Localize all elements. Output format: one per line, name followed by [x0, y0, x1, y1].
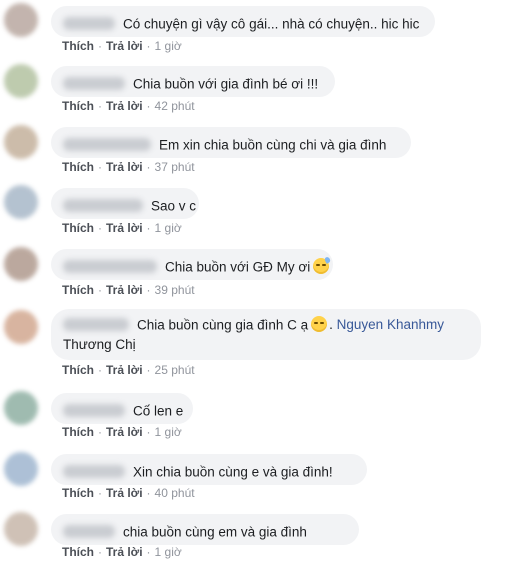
comment-text: Xin chia buồn cùng e và gia đình!: [133, 464, 333, 480]
author-name-blurred[interactable]: [63, 524, 115, 538]
comment-actions: Thích · Trả lời · 40 phút: [62, 486, 195, 500]
comment-bubble: Cố len e: [51, 393, 193, 424]
reply-link[interactable]: Trả lời: [106, 363, 143, 377]
comment-actions: Thích · Trả lời · 1 giờ: [62, 545, 182, 559]
like-link[interactable]: Thích: [62, 545, 94, 559]
comment-actions: Thích · Trả lời · 25 phút: [62, 363, 195, 377]
avatar[interactable]: [4, 310, 38, 344]
comment-actions: Thích · Trả lời · 39 phút: [62, 283, 195, 297]
comment-actions: Thích · Trả lời · 1 giờ: [62, 221, 182, 235]
like-link[interactable]: Thích: [62, 486, 94, 500]
comment-bubble: Xin chia buồn cùng e và gia đình!: [51, 454, 367, 485]
avatar[interactable]: [4, 185, 38, 219]
avatar[interactable]: [4, 3, 38, 37]
comment-text: Có chuyện gì vậy cô gái... nhà có chuyện…: [123, 16, 420, 32]
timestamp[interactable]: 1 giờ: [155, 545, 182, 559]
reply-link[interactable]: Trả lời: [106, 486, 143, 500]
reply-link[interactable]: Trả lời: [106, 425, 143, 439]
reply-link[interactable]: Trả lời: [106, 39, 143, 53]
avatar[interactable]: [4, 452, 38, 486]
comment-actions: Thích · Trả lời · 1 giờ: [62, 425, 182, 439]
like-link[interactable]: Thích: [62, 221, 94, 235]
reply-link[interactable]: Trả lời: [106, 545, 143, 559]
reply-link[interactable]: Trả lời: [106, 160, 143, 174]
author-name-blurred[interactable]: [63, 198, 143, 212]
timestamp[interactable]: 39 phút: [155, 283, 195, 297]
reply-link[interactable]: Trả lời: [106, 283, 143, 297]
like-link[interactable]: Thích: [62, 425, 94, 439]
sweat-face-icon: [313, 256, 332, 274]
avatar[interactable]: [4, 391, 38, 425]
timestamp[interactable]: 42 phút: [155, 99, 195, 113]
author-name-blurred[interactable]: [63, 403, 125, 417]
comment-bubble: Chia buồn với GĐ My ơi: [51, 249, 333, 280]
comment-actions: Thích · Trả lời · 1 giờ: [62, 39, 182, 53]
comment-text: Em xin chia buồn cùng chi và gia đình: [159, 137, 387, 153]
timestamp[interactable]: 1 giờ: [155, 39, 182, 53]
comment-bubble: Em xin chia buồn cùng chi và gia đình: [51, 127, 411, 158]
like-link[interactable]: Thích: [62, 39, 94, 53]
author-name-blurred[interactable]: [63, 16, 115, 30]
comment-text-line2: Thương Chị: [63, 337, 136, 353]
comment-text: Chia buồn với gia đình bé ơi !!!: [133, 76, 319, 92]
comment-bubble: chia buồn cùng em và gia đình: [51, 514, 359, 545]
timestamp[interactable]: 40 phút: [155, 486, 195, 500]
reply-link[interactable]: Trả lời: [106, 99, 143, 113]
comment-text: Cố len e: [133, 403, 184, 419]
comment-bubble: Chia buồn cùng gia đình C ạ. Nguyen Khan…: [51, 309, 481, 360]
author-name-blurred[interactable]: [63, 76, 125, 90]
comment-bubble: Sao v c: [51, 188, 199, 219]
comment-text: chia buồn cùng em và gia đình: [123, 524, 307, 540]
avatar[interactable]: [4, 125, 38, 159]
avatar[interactable]: [4, 247, 38, 281]
like-link[interactable]: Thích: [62, 160, 94, 174]
reply-link[interactable]: Trả lời: [106, 221, 143, 235]
pensive-face-icon: [311, 316, 328, 332]
author-name-blurred[interactable]: [63, 259, 157, 273]
author-name-blurred[interactable]: [63, 317, 129, 331]
timestamp[interactable]: 1 giờ: [155, 221, 182, 235]
like-link[interactable]: Thích: [62, 283, 94, 297]
timestamp[interactable]: 25 phút: [155, 363, 195, 377]
comment-bubble: Có chuyện gì vậy cô gái... nhà có chuyện…: [51, 6, 435, 37]
comment-actions: Thích · Trả lời · 42 phút: [62, 99, 195, 113]
mention-link[interactable]: Nguyen Khanhmy: [337, 317, 444, 332]
timestamp[interactable]: 1 giờ: [155, 425, 182, 439]
comment-text: Chia buồn với GĐ My ơi: [165, 259, 311, 275]
author-name-blurred[interactable]: [63, 464, 125, 478]
like-link[interactable]: Thích: [62, 99, 94, 113]
comment-bubble: Chia buồn với gia đình bé ơi !!!: [51, 66, 335, 97]
comment-actions: Thích · Trả lời · 37 phút: [62, 160, 195, 174]
like-link[interactable]: Thích: [62, 363, 94, 377]
comment-text: Chia buồn cùng gia đình C ạ: [137, 317, 309, 333]
avatar[interactable]: [4, 512, 38, 546]
comment-text: Sao v c: [151, 198, 197, 214]
author-name-blurred[interactable]: [63, 137, 151, 151]
avatar[interactable]: [4, 64, 38, 98]
timestamp[interactable]: 37 phút: [155, 160, 195, 174]
